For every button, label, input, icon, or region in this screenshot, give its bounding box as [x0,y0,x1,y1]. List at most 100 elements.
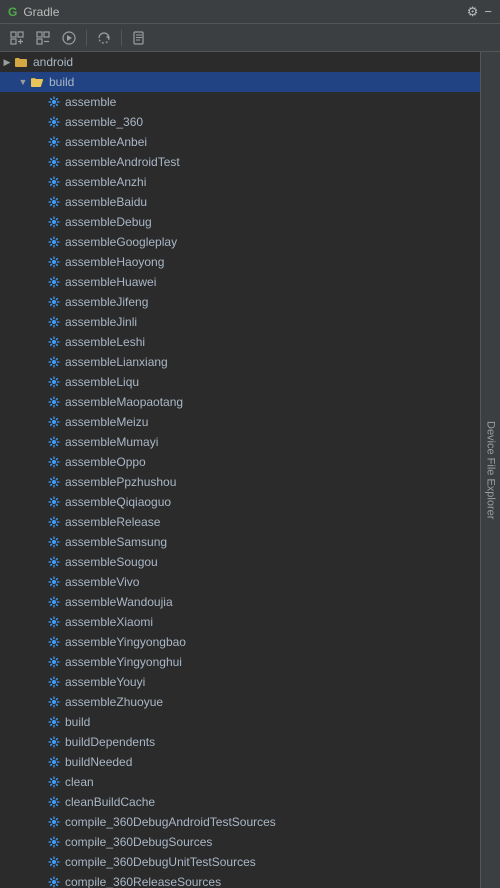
collapse-all-button[interactable] [32,29,54,47]
tree-item-assembleBaidu[interactable]: assembleBaidu [0,192,480,212]
gear-task-icon [46,874,62,888]
tree-item-assembleAnbei[interactable]: assembleAnbei [0,132,480,152]
tree-arrow[interactable]: ▼ [16,77,30,87]
tree-item-assembleLeshi[interactable]: assembleLeshi [0,332,480,352]
expand-all-button[interactable] [6,29,28,47]
tree-item-label: assembleHaoyong [65,255,164,269]
tree-item-assembleHuawei[interactable]: assembleHuawei [0,272,480,292]
tree-item-buildDependents[interactable]: buildDependents [0,732,480,752]
tree-item-assembleSougou[interactable]: assembleSougou [0,552,480,572]
tree-item-assembleWandoujia[interactable]: assembleWandoujia [0,592,480,612]
gradle-logo-icon: G [8,5,17,19]
tree-item-clean[interactable]: clean [0,772,480,792]
tree-item-cleanBuildCache[interactable]: cleanBuildCache [0,792,480,812]
tree-item-assembleMeizu[interactable]: assembleMeizu [0,412,480,432]
tree-item-assembleMumayi[interactable]: assembleMumayi [0,432,480,452]
tree-item-label: compile_360DebugUnitTestSources [65,855,256,869]
toolbar-separator-1 [86,30,87,46]
tree-item-compile_360DebugUnitTestSources[interactable]: compile_360DebugUnitTestSources [0,852,480,872]
tree-item-assembleHaoyong[interactable]: assembleHaoyong [0,252,480,272]
tree-item-assembleAnzhi[interactable]: assembleAnzhi [0,172,480,192]
tree-item-label: buildDependents [65,735,155,749]
gear-task-icon [46,574,62,590]
gear-task-icon [46,594,62,610]
tree-item-build[interactable]: ▼ build [0,72,480,92]
tree-item-assembleYingyongbao[interactable]: assembleYingyongbao [0,632,480,652]
tree-item-label: android [33,55,73,69]
tree-item-compile_360ReleaseSources[interactable]: compile_360ReleaseSources [0,872,480,888]
tree-item-assembleXiaomi[interactable]: assembleXiaomi [0,612,480,632]
device-file-explorer-tab[interactable]: Device File Explorer [480,52,500,888]
gear-task-icon [46,134,62,150]
gear-task-icon [46,274,62,290]
tree-item-assembleMaopaotang[interactable]: assembleMaopaotang [0,392,480,412]
tree-item-assemblePpzhushou[interactable]: assemblePpzhushou [0,472,480,492]
tree-item-label: assembleSougou [65,555,158,569]
tree-item-label: assembleLianxiang [65,355,168,369]
tree-item-label: assembleYingyonghui [65,655,182,669]
gear-task-icon [46,254,62,270]
tree-item-label: compile_360DebugSources [65,835,212,849]
gear-task-icon [46,474,62,490]
tree-item-assembleYingyonghui[interactable]: assembleYingyonghui [0,652,480,672]
tree-item-label: assemble [65,95,116,109]
tree-item-label: assembleHuawei [65,275,156,289]
tree-item-label: assembleQiqiaoguo [65,495,171,509]
tree-item-assembleJifeng[interactable]: assembleJifeng [0,292,480,312]
tree-item-label: assembleLiqu [65,375,139,389]
tree-item-label: assembleGoogleplay [65,235,177,249]
gear-task-icon [46,854,62,870]
tree-item-assembleDebug[interactable]: assembleDebug [0,212,480,232]
run-button[interactable] [58,29,80,47]
panel-title: Gradle [23,5,59,19]
tree-item-assembleYouyi[interactable]: assembleYouyi [0,672,480,692]
gear-task-icon [46,754,62,770]
tree-item-assembleOppo[interactable]: assembleOppo [0,452,480,472]
tree-item-assembleVivo[interactable]: assembleVivo [0,572,480,592]
gear-task-icon [46,714,62,730]
tree-item-label: build [49,75,74,89]
toolbar-separator-2 [121,30,122,46]
tree-item-assembleSamsung[interactable]: assembleSamsung [0,532,480,552]
gear-task-icon [46,374,62,390]
gear-task-icon [46,454,62,470]
tree-item-compile_360DebugSources[interactable]: compile_360DebugSources [0,832,480,852]
gear-task-icon [46,634,62,650]
tree-item-buildNeeded[interactable]: buildNeeded [0,752,480,772]
gear-task-icon [46,614,62,630]
settings-icon[interactable]: ⚙ [467,5,479,18]
tree-item-assembleQiqiaoguo[interactable]: assembleQiqiaoguo [0,492,480,512]
tree-item-label: compile_360ReleaseSources [65,875,221,888]
sync-button[interactable] [93,29,115,47]
toolbar [0,24,500,52]
tree-item-assembleZhuoyue[interactable]: assembleZhuoyue [0,692,480,712]
tree-item-label: assembleOppo [65,455,146,469]
script-button[interactable] [128,29,150,47]
tree-item-compile_360DebugAndroidTestSources[interactable]: compile_360DebugAndroidTestSources [0,812,480,832]
tree-item-assemble[interactable]: assemble [0,92,480,112]
tree-item-assembleLianxiang[interactable]: assembleLianxiang [0,352,480,372]
tree-item-label: assembleMaopaotang [65,395,183,409]
tree-item-label: assembleYouyi [65,675,145,689]
tree-item-assemble_360[interactable]: assemble_360 [0,112,480,132]
gear-task-icon [46,114,62,130]
tree-item-build[interactable]: build [0,712,480,732]
minimize-icon[interactable]: − [484,5,492,18]
tree-item-assembleAndroidTest[interactable]: assembleAndroidTest [0,152,480,172]
tree-item-assembleLiqu[interactable]: assembleLiqu [0,372,480,392]
tree-item-android[interactable]: ▶ android [0,52,480,72]
tree-arrow[interactable]: ▶ [0,57,14,68]
tree-item-label: assembleAnbei [65,135,147,149]
tree-item-assembleGoogleplay[interactable]: assembleGoogleplay [0,232,480,252]
gradle-tree-panel: ▶ android▼ build assemble assemble_360 a… [0,52,480,888]
tree-item-label: assembleJifeng [65,295,148,309]
tree-item-label: assembleZhuoyue [65,695,163,709]
gear-task-icon [46,394,62,410]
gear-task-icon [46,154,62,170]
tree-item-assembleRelease[interactable]: assembleRelease [0,512,480,532]
tree-item-assembleJinli[interactable]: assembleJinli [0,312,480,332]
gear-task-icon [46,294,62,310]
tree-item-label: assembleBaidu [65,195,147,209]
gear-task-icon [46,354,62,370]
gear-task-icon [46,514,62,530]
